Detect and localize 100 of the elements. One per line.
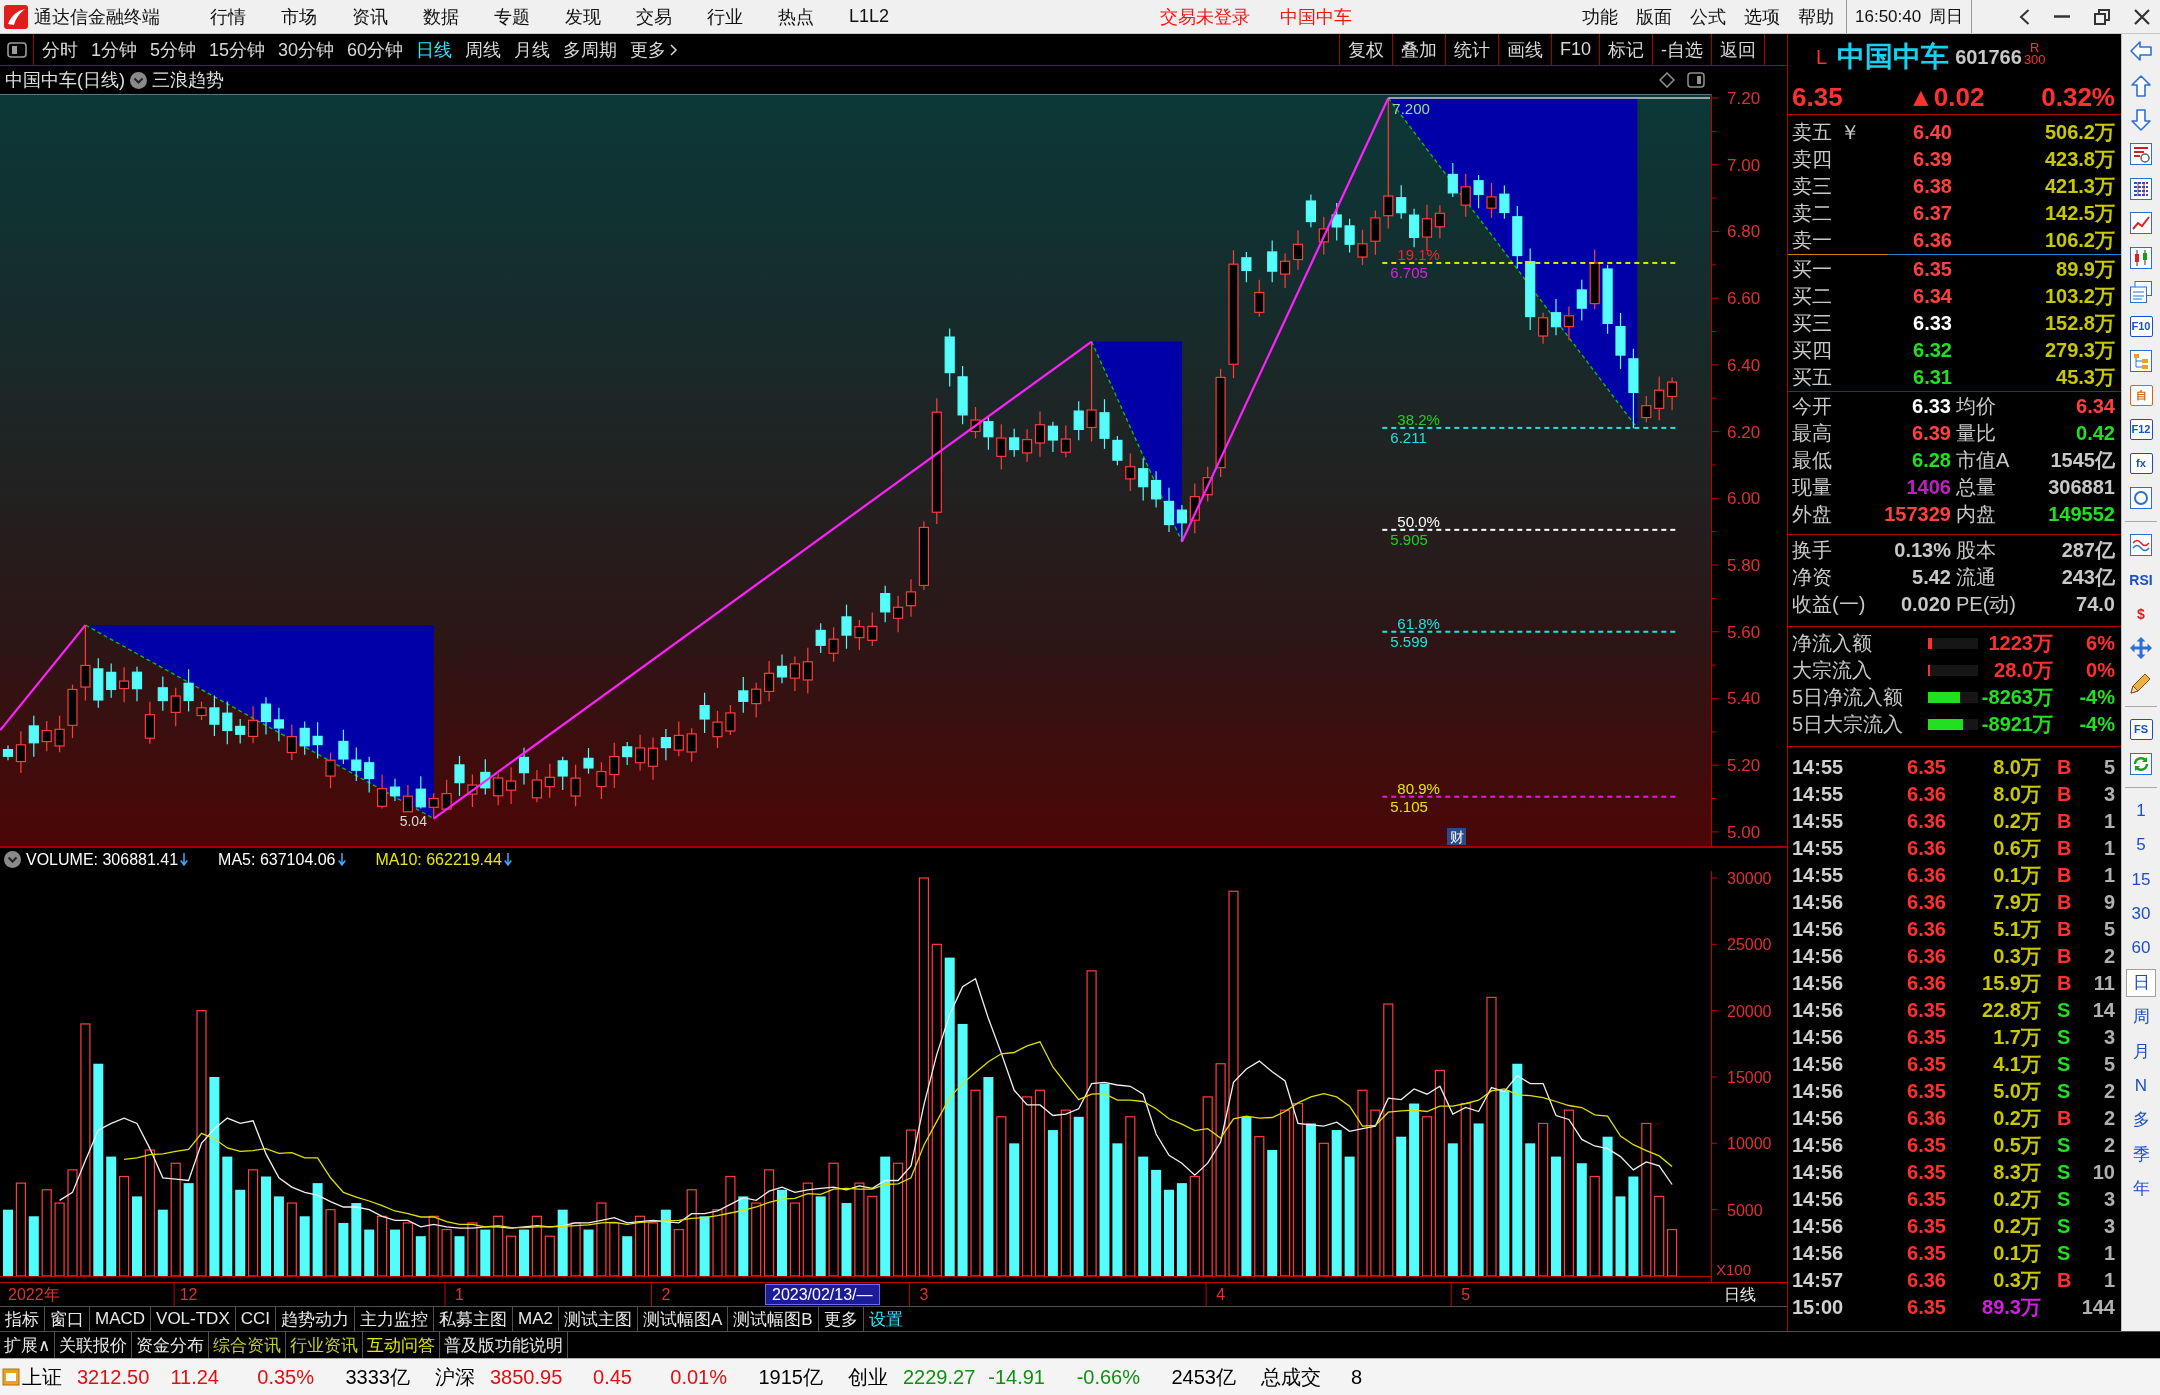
index-name[interactable]: 沪深 xyxy=(435,1363,490,1391)
volume-bar xyxy=(544,1235,555,1277)
action-button[interactable]: 返回 xyxy=(1711,34,1765,65)
period-tab[interactable]: 15分钟 xyxy=(209,37,266,62)
dropdown-icon[interactable] xyxy=(130,71,147,89)
period-tab[interactable]: 30分钟 xyxy=(278,37,335,62)
period-tab[interactable]: 5分钟 xyxy=(150,37,197,62)
line-chart-icon[interactable] xyxy=(2130,212,2152,235)
down-arrow-icon[interactable] xyxy=(2130,108,2152,131)
menu-item[interactable]: 行业 xyxy=(707,4,743,29)
menu-item[interactable]: 市场 xyxy=(281,4,317,29)
order-volume: 45.3万 xyxy=(2055,365,2115,390)
menu-item[interactable]: L1L2 xyxy=(849,4,890,29)
menu-item[interactable]: 热点 xyxy=(778,4,814,29)
wave-chart-icon[interactable] xyxy=(2130,534,2152,557)
back-icon[interactable] xyxy=(2019,8,2030,25)
panel-toggle-icon[interactable] xyxy=(6,41,27,58)
tool-button[interactable]: 自 xyxy=(2129,384,2153,406)
menu-item[interactable]: 专题 xyxy=(494,4,530,29)
restore-icon[interactable] xyxy=(2094,8,2110,25)
tree-icon[interactable] xyxy=(2130,349,2152,372)
diamond-icon[interactable] xyxy=(1659,72,1675,88)
menu-item[interactable]: 资讯 xyxy=(352,4,388,29)
flow-label: 5日大宗流入 xyxy=(1792,712,1905,737)
menu-item[interactable]: 交易 xyxy=(636,4,672,29)
fib-price-label: 6.705 xyxy=(1390,263,1428,281)
pencil-icon[interactable] xyxy=(2130,671,2152,694)
settings-tab[interactable]: 设置 xyxy=(863,1307,908,1331)
menu-item[interactable]: 选项 xyxy=(1744,4,1780,29)
chart-title: 中国中车(日线) xyxy=(5,69,125,92)
move-icon[interactable] xyxy=(2130,637,2152,660)
tool-button[interactable]: F10 xyxy=(2129,315,2153,337)
period-shortcut[interactable]: 年 xyxy=(2126,1175,2156,1204)
index-value: 2229.27 xyxy=(903,1365,977,1389)
period-shortcut[interactable]: 季 xyxy=(2126,1140,2156,1169)
order-volume: 423.8万 xyxy=(2043,147,2115,172)
trade-time: 14:55 xyxy=(1792,864,1845,887)
period-shortcut[interactable]: 60 xyxy=(2126,934,2156,963)
period-shortcut[interactable]: 月 xyxy=(2126,1037,2156,1066)
action-button[interactable]: -自选 xyxy=(1652,34,1711,65)
menu-item[interactable]: 发现 xyxy=(565,4,601,29)
windows-icon[interactable] xyxy=(2130,280,2152,303)
period-shortcut[interactable]: 15 xyxy=(2126,865,2156,894)
tool-button[interactable]: FS xyxy=(2129,719,2153,741)
up-arrow-icon[interactable] xyxy=(2130,74,2152,97)
index-name[interactable]: 上证 xyxy=(22,1363,77,1391)
action-button[interactable]: 复权 xyxy=(1338,34,1392,65)
status-box-icon[interactable] xyxy=(2,1368,20,1386)
trade-side: S xyxy=(2056,1134,2072,1157)
trade-price: 6.35 xyxy=(1906,1215,1946,1238)
tool-button[interactable]: $ xyxy=(2137,605,2145,622)
period-tab[interactable]: 分时 xyxy=(42,37,78,62)
grid-icon[interactable] xyxy=(2130,177,2152,200)
tool-button[interactable]: RSI xyxy=(2129,571,2153,588)
menu-item[interactable]: 数据 xyxy=(423,4,459,29)
menu-item[interactable]: 功能 xyxy=(1582,4,1618,29)
period-shortcut[interactable]: 多 xyxy=(2126,1106,2156,1135)
period-shortcut[interactable]: N xyxy=(2126,1072,2156,1100)
app-logo-icon[interactable] xyxy=(4,4,28,29)
period-tab[interactable]: 日线 xyxy=(416,37,453,62)
menu-item[interactable]: 行情 xyxy=(210,4,246,29)
candlestick-icon[interactable] xyxy=(2130,246,2152,269)
trade-volume: 15.9万 xyxy=(1981,971,2041,996)
left-arrow-icon[interactable] xyxy=(2130,40,2152,63)
volume-bar xyxy=(364,1229,375,1276)
period-tab[interactable]: 月线 xyxy=(514,37,551,62)
menu-item[interactable]: 版面 xyxy=(1636,4,1672,29)
tool-button[interactable]: F12 xyxy=(2129,419,2153,440)
trade-price: 6.36 xyxy=(1906,837,1946,860)
refresh-icon[interactable] xyxy=(2130,753,2152,775)
tool-button[interactable]: fx xyxy=(2129,453,2153,475)
menu-item[interactable]: 帮助 xyxy=(1798,4,1834,29)
period-tab[interactable]: 60分钟 xyxy=(347,37,404,62)
action-button[interactable]: 统计 xyxy=(1444,34,1498,65)
date-label: 3 xyxy=(919,1286,929,1303)
action-button[interactable]: 叠加 xyxy=(1391,34,1445,65)
panel-toggle-icon[interactable] xyxy=(1687,72,1705,88)
index-name[interactable]: 创业 xyxy=(848,1363,903,1391)
close-icon[interactable] xyxy=(2134,8,2150,25)
period-tab[interactable]: 1分钟 xyxy=(91,37,137,62)
more-button[interactable]: 更多 xyxy=(630,37,678,62)
down-arrow-icon xyxy=(180,853,189,866)
dropdown-icon[interactable] xyxy=(4,851,21,868)
indicator-name[interactable]: 三浪趋势 xyxy=(152,68,224,92)
period-shortcut[interactable]: 周 xyxy=(2126,1003,2156,1032)
menu-item[interactable]: 公式 xyxy=(1690,4,1726,29)
action-button[interactable]: F10 xyxy=(1550,34,1599,65)
period-shortcut[interactable]: 5 xyxy=(2126,831,2156,860)
report-icon[interactable] xyxy=(2130,143,2152,166)
indicator-value-label: MA10: 662219.44 xyxy=(375,850,502,869)
period-shortcut[interactable]: 30 xyxy=(2126,900,2156,929)
stat-label: 换手 xyxy=(1792,538,1832,563)
action-button[interactable]: 标记 xyxy=(1599,34,1652,65)
period-shortcut[interactable]: 1 xyxy=(2126,796,2156,825)
action-button[interactable]: 画线 xyxy=(1497,34,1551,65)
event-marker[interactable]: 财 xyxy=(1447,828,1466,845)
period-tab[interactable]: 多周期 xyxy=(563,37,618,62)
period-tab[interactable]: 周线 xyxy=(465,37,502,62)
period-shortcut[interactable]: 日 xyxy=(2126,968,2156,997)
order-label: 卖一 xyxy=(1792,228,1832,253)
